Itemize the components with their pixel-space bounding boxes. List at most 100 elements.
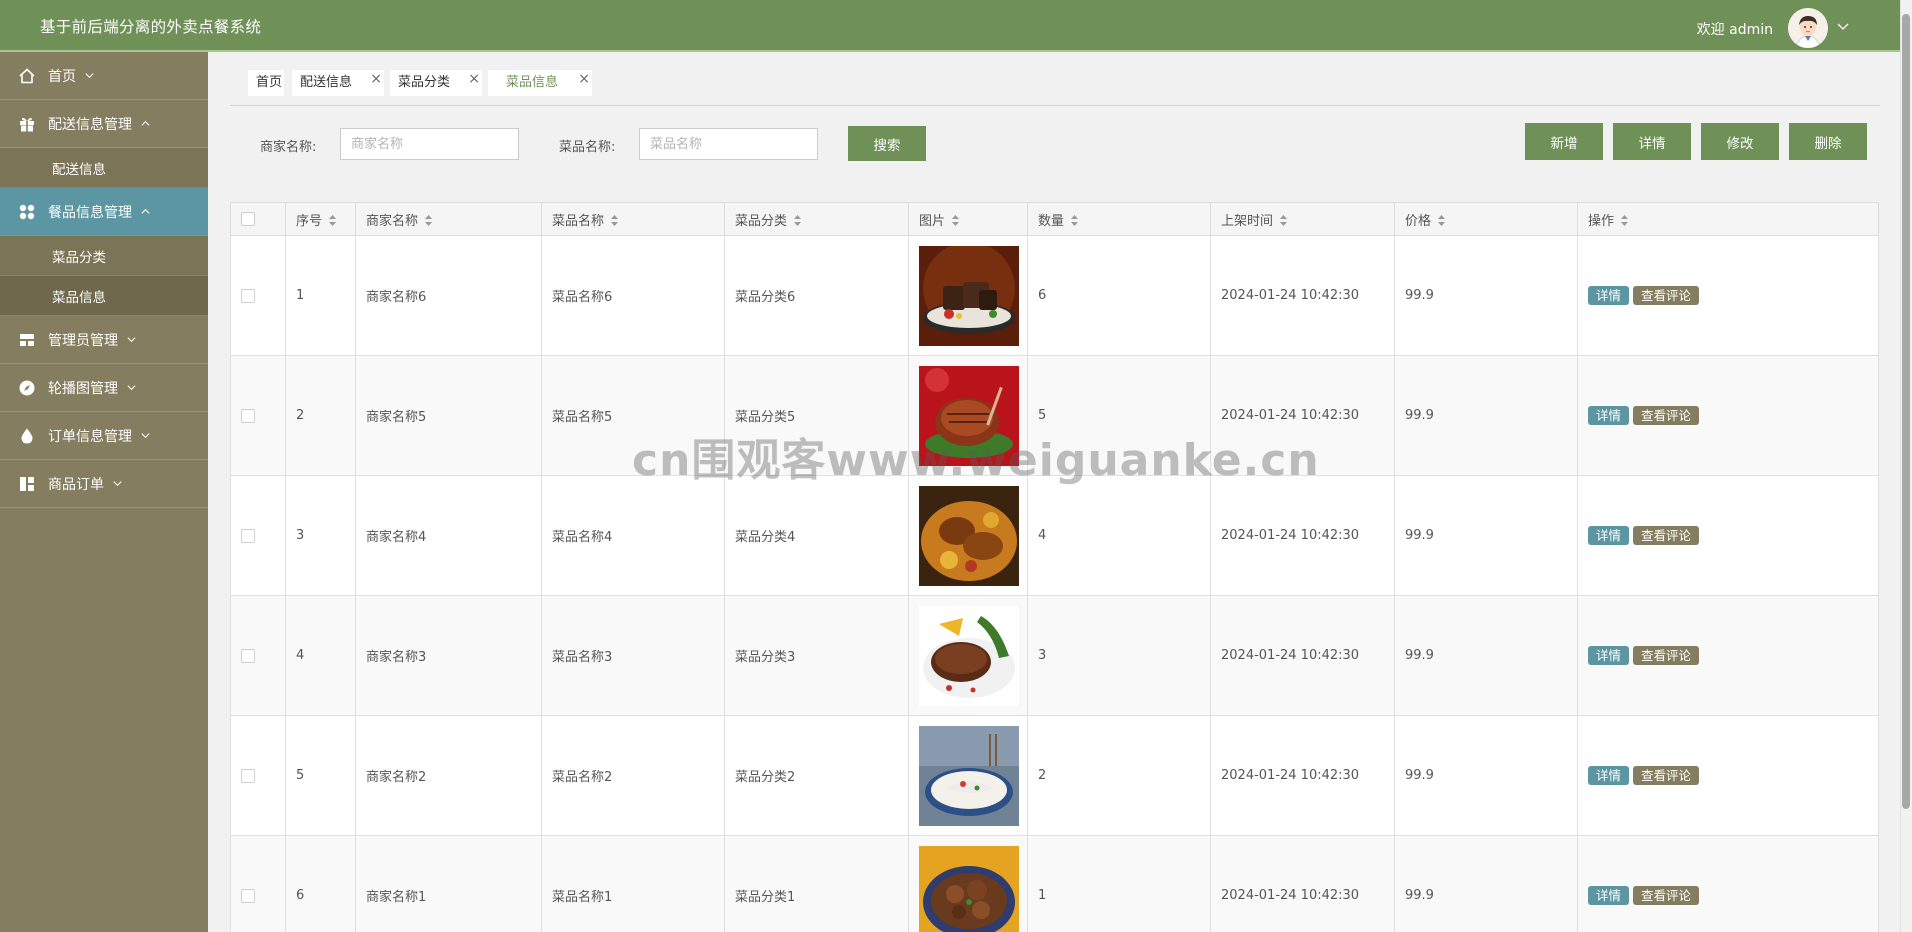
row-detail-button[interactable]: 详情 [1588,886,1630,905]
close-icon[interactable]: × [578,66,590,92]
sidebar-subitem-delivery-info[interactable]: 配送信息 [0,148,208,188]
avatar[interactable] [1788,8,1828,48]
table-row[interactable]: 1 商家名称6 菜品名称6 菜品分类6 6 2024-01-24 10:42:3… [230,235,1879,356]
row-checkbox[interactable] [241,528,255,543]
view-comments-button[interactable]: 查看评论 [1633,286,1700,305]
column-header-dish[interactable]: 菜品名称 [541,202,725,236]
chevron-down-icon [127,385,136,391]
column-header-quantity[interactable]: 数量 [1027,202,1211,236]
sidebar-item-admin-management[interactable]: 管理员管理 [0,316,208,364]
delete-button[interactable]: 删除 [1789,123,1867,160]
listed-time-cell: 2024-01-24 10:42:30 [1210,595,1395,716]
add-button[interactable]: 新增 [1525,123,1603,160]
chevron-down-icon [141,433,150,439]
column-header-category[interactable]: 菜品分类 [724,202,909,236]
sort-icon[interactable] [610,214,619,227]
category-cell: 菜品分类3 [724,595,909,716]
row-select-cell[interactable] [230,715,286,836]
table-row[interactable]: 3 商家名称4 菜品名称4 菜品分类4 4 2024-01-24 10:42:3… [230,475,1879,596]
view-comments-button[interactable]: 查看评论 [1633,766,1700,785]
tab-home[interactable]: 首页 [248,70,284,96]
index-cell: 1 [285,235,356,356]
column-header-merchant[interactable]: 商家名称 [355,202,542,236]
sidebar-item-carousel-management[interactable]: 轮播图管理 [0,364,208,412]
close-icon[interactable]: × [468,66,480,92]
row-checkbox[interactable] [241,408,255,423]
sidebar-subitem-dish-info[interactable]: 菜品信息 [0,276,208,316]
row-detail-button[interactable]: 详情 [1588,406,1630,425]
index-cell: 2 [285,355,356,476]
chevron-down-icon [113,481,122,487]
sort-icon[interactable] [1070,214,1079,227]
row-detail-button[interactable]: 详情 [1588,286,1630,305]
dish-image[interactable] [919,245,1019,346]
scrollbar-thumb[interactable] [1902,14,1910,809]
scrollbar[interactable] [1900,0,1912,932]
sort-icon[interactable] [1279,214,1288,227]
user-avatar-icon [1788,8,1828,48]
sort-icon[interactable] [328,214,337,227]
column-header-price[interactable]: 价格 [1394,202,1578,236]
view-comments-button[interactable]: 查看评论 [1633,886,1700,905]
row-select-cell[interactable] [230,595,286,716]
sort-icon[interactable] [951,214,960,227]
column-header-listed-time[interactable]: 上架时间 [1210,202,1395,236]
tab-delivery-info[interactable]: 配送信息 × [292,70,384,96]
dish-image[interactable] [919,725,1019,826]
actions-cell: 详情 查看评论 [1577,595,1879,716]
merchant-name-input[interactable] [340,128,519,160]
column-header-image[interactable]: 图片 [908,202,1028,236]
sidebar-item-delivery-management[interactable]: 配送信息管理 [0,100,208,148]
tab-dish-info[interactable]: 菜品信息 × [488,70,592,96]
row-detail-button[interactable]: 详情 [1588,526,1630,545]
dish-cell: 菜品名称2 [541,715,725,836]
view-comments-button[interactable]: 查看评论 [1633,406,1700,425]
sidebar-item-order-management[interactable]: 订单信息管理 [0,412,208,460]
row-select-cell[interactable] [230,235,286,356]
tab-label: 菜品信息 [506,75,559,90]
row-select-cell[interactable] [230,835,286,932]
tab-dish-category[interactable]: 菜品分类 × [390,70,482,96]
view-comments-button[interactable]: 查看评论 [1633,646,1700,665]
detail-button[interactable]: 详情 [1613,123,1691,160]
actions-cell: 详情 查看评论 [1577,715,1879,836]
table-row[interactable]: 6 商家名称1 菜品名称1 菜品分类1 1 2024-01-24 10:42:3… [230,835,1879,932]
row-detail-button[interactable]: 详情 [1588,766,1630,785]
view-comments-button[interactable]: 查看评论 [1633,526,1700,545]
chevron-down-icon[interactable] [1835,18,1851,34]
sidebar-subitem-dish-category[interactable]: 菜品分类 [0,236,208,276]
table-row[interactable]: 4 商家名称3 菜品名称3 菜品分类3 3 2024-01-24 10:42:3… [230,595,1879,716]
dish-image[interactable] [919,845,1019,932]
search-button[interactable]: 搜索 [848,126,926,161]
dish-image[interactable] [919,605,1019,706]
dish-table: 序号 商家名称 菜品名称 菜品分类 图片 数量 上架时间 价格 操作 1 商家名… [230,202,1879,932]
sidebar-item-product-orders[interactable]: 商品订单 [0,460,208,508]
sort-icon[interactable] [793,214,802,227]
select-all-cell[interactable] [230,202,286,236]
sidebar-item-home[interactable]: 首页 [0,52,208,100]
dish-name-input[interactable] [639,128,818,160]
sidebar-item-meal-management[interactable]: 餐品信息管理 [0,188,208,236]
sort-icon[interactable] [424,214,433,227]
row-checkbox[interactable] [241,888,255,903]
row-checkbox[interactable] [241,768,255,783]
row-checkbox[interactable] [241,288,255,303]
select-all-checkbox[interactable] [241,212,255,226]
sidebar-item-label: 首页 [48,68,76,85]
row-select-cell[interactable] [230,355,286,476]
dish-cell: 菜品名称3 [541,595,725,716]
close-icon[interactable]: × [370,66,382,92]
row-select-cell[interactable] [230,475,286,596]
column-header-actions[interactable]: 操作 [1577,202,1879,236]
edit-button[interactable]: 修改 [1701,123,1779,160]
sort-icon[interactable] [1620,214,1629,227]
column-header-index[interactable]: 序号 [285,202,356,236]
row-checkbox[interactable] [241,648,255,663]
image-cell [908,235,1028,356]
merchant-cell: 商家名称2 [355,715,542,836]
dish-image[interactable] [919,485,1019,586]
image-cell [908,835,1028,932]
table-row[interactable]: 5 商家名称2 菜品名称2 菜品分类2 2 2024-01-24 10:42:3… [230,715,1879,836]
sort-icon[interactable] [1437,214,1446,227]
row-detail-button[interactable]: 详情 [1588,646,1630,665]
